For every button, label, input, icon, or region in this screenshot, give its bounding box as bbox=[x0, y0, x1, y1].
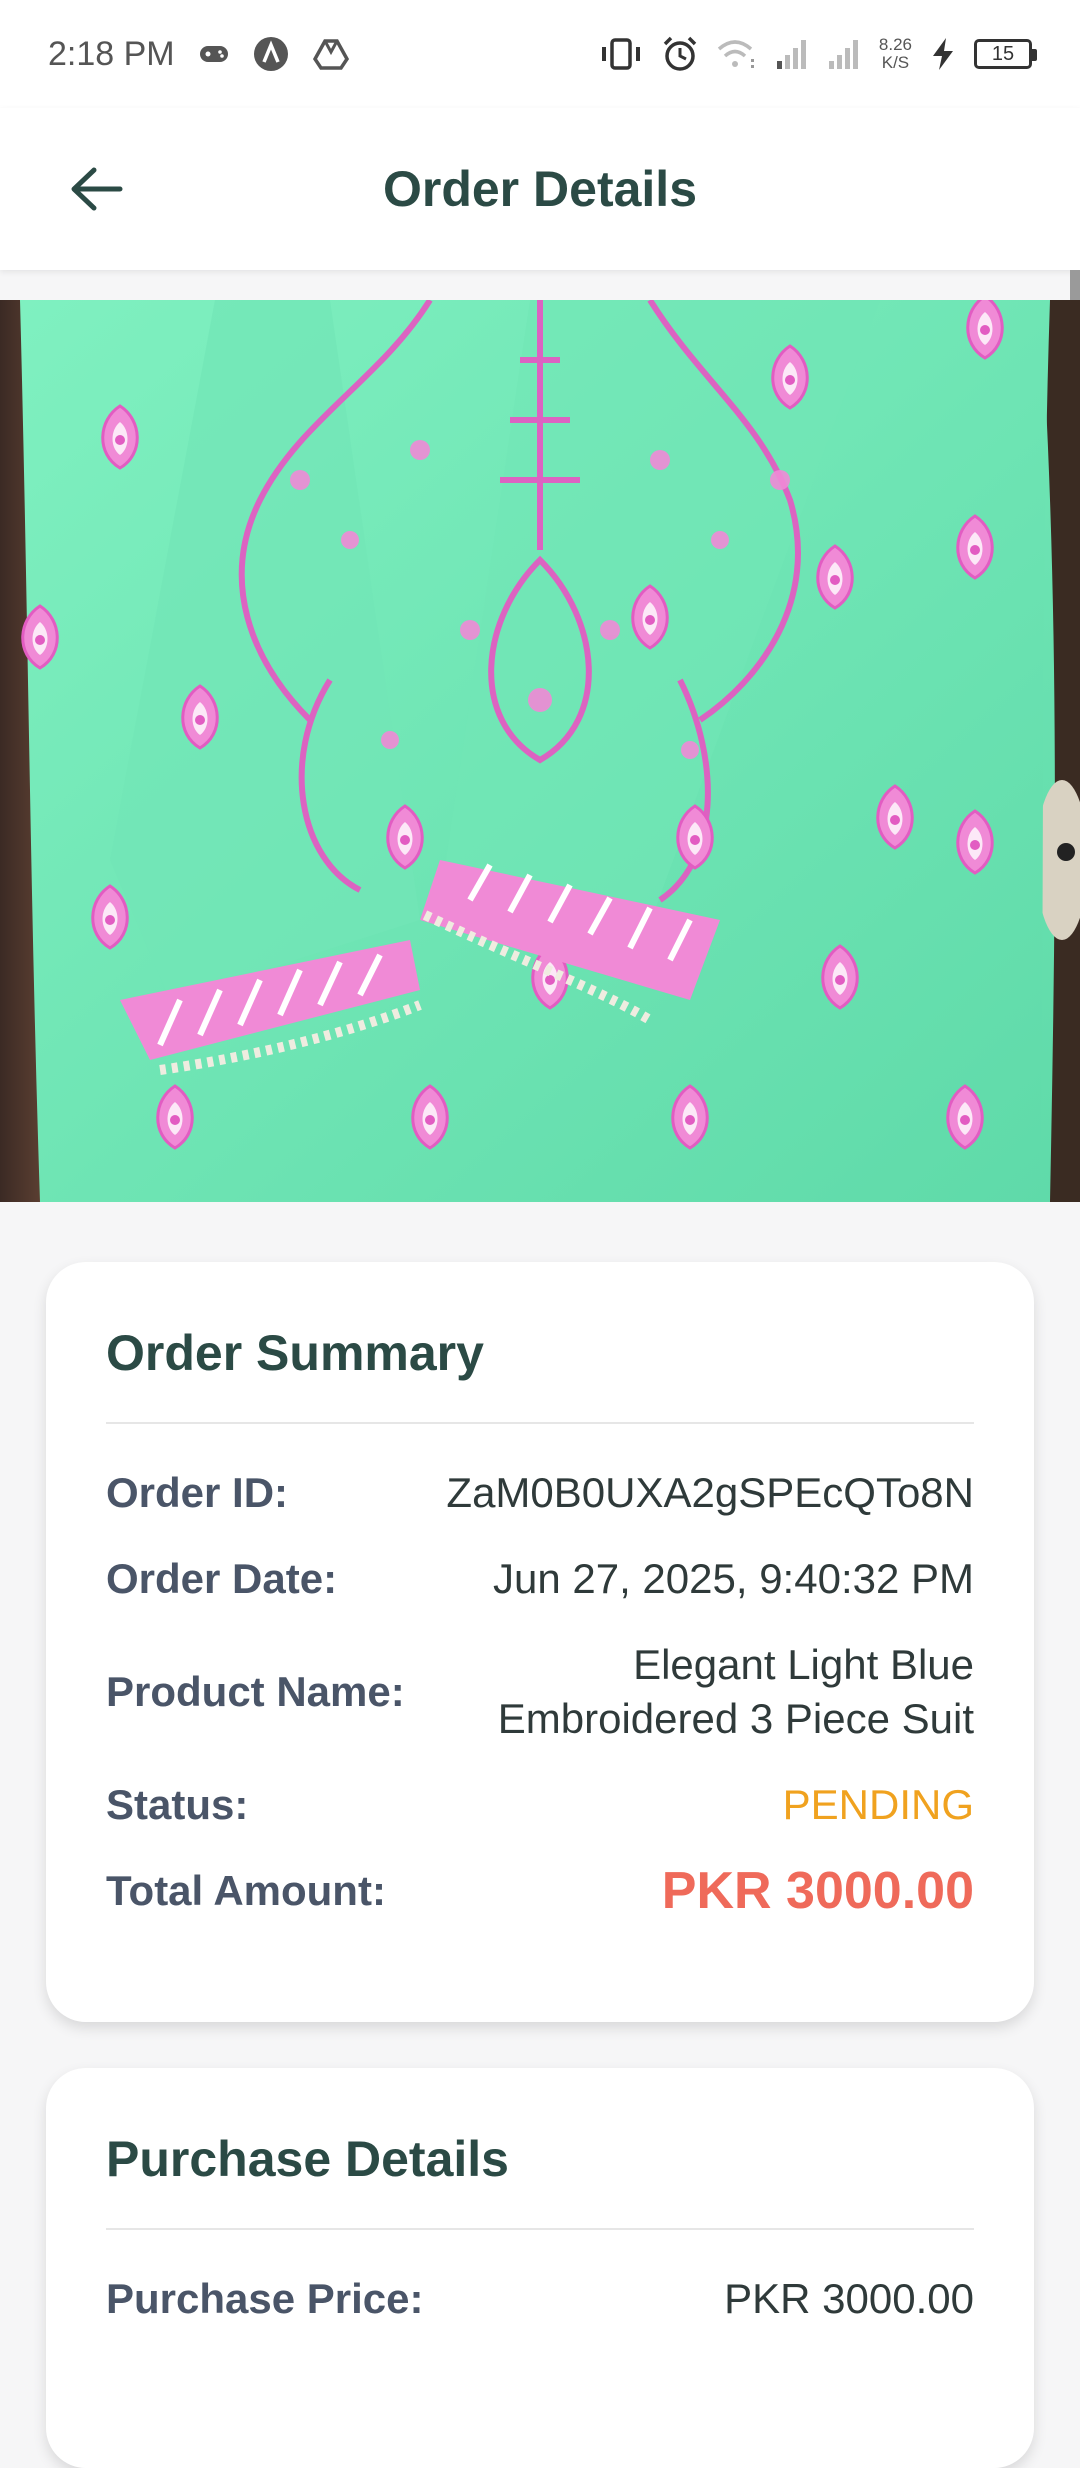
battery-level: 15 bbox=[991, 42, 1015, 65]
back-button[interactable] bbox=[60, 153, 132, 225]
vibrate-icon bbox=[599, 37, 643, 71]
status-left: 2:18 PM bbox=[48, 35, 349, 74]
total-amount-value: PKR 3000.00 bbox=[661, 1862, 974, 1920]
order-summary-card: Order Summary Order ID: ZaM0B0UXA2gSPEcQ… bbox=[46, 1262, 1034, 2022]
product-image bbox=[0, 300, 1080, 1202]
signal-icon-2 bbox=[827, 37, 861, 71]
scrollbar-thumb[interactable] bbox=[1070, 270, 1080, 300]
drive-icon bbox=[312, 38, 349, 70]
order-date-value: Jun 27, 2025, 9:40:32 PM bbox=[492, 1555, 974, 1602]
wifi-icon bbox=[717, 37, 757, 71]
purchase-details-title: Purchase Details bbox=[106, 2068, 974, 2230]
purchase-price-value: PKR 3000.00 bbox=[724, 2275, 974, 2322]
purchase-price-label: Purchase Price: bbox=[106, 2275, 424, 2322]
status-badge: PENDING bbox=[782, 1781, 974, 1828]
order-date-row: Order Date: Jun 27, 2025, 9:40:32 PM bbox=[106, 1552, 974, 1606]
status-bar: 2:18 PM 8.26 K/S 15 bbox=[0, 0, 1080, 108]
product-name-row: Product Name: Elegant Light Blue Embroid… bbox=[106, 1638, 974, 1746]
order-date-label: Order Date: bbox=[106, 1555, 338, 1602]
network-speed-unit: K/S bbox=[881, 53, 910, 72]
order-id-value: ZaM0B0UXA2gSPEcQTo8N bbox=[446, 1469, 974, 1516]
purchase-price-row: Purchase Price: PKR 3000.00 bbox=[106, 2272, 974, 2326]
status-row: Status: PENDING bbox=[106, 1778, 974, 1832]
purchase-details-rows: Purchase Price: PKR 3000.00 bbox=[106, 2272, 974, 2326]
network-speed-value: 8.26 bbox=[878, 35, 912, 54]
alarm-icon bbox=[661, 35, 699, 73]
order-id-row: Order ID: ZaM0B0UXA2gSPEcQTo8N bbox=[106, 1466, 974, 1520]
signal-icon-1 bbox=[775, 37, 809, 71]
order-id-label: Order ID: bbox=[106, 1469, 289, 1516]
gamepad-icon bbox=[199, 43, 229, 65]
order-summary-title: Order Summary bbox=[106, 1262, 974, 1424]
total-amount-row: Total Amount: PKR 3000.00 bbox=[106, 1864, 974, 1918]
network-speed: 8.26 K/S bbox=[879, 36, 912, 72]
total-amount-label: Total Amount: bbox=[106, 1867, 386, 1914]
charging-icon bbox=[930, 37, 956, 71]
product-name-label: Product Name: bbox=[106, 1668, 405, 1715]
app-a-icon bbox=[253, 36, 289, 72]
status-label: Status: bbox=[106, 1781, 249, 1828]
page-title: Order Details bbox=[382, 161, 697, 217]
status-time: 2:18 PM bbox=[48, 34, 175, 73]
arrow-left-icon bbox=[71, 167, 123, 211]
status-right: 8.26 K/S 15 bbox=[599, 35, 1037, 73]
order-summary-rows: Order ID: ZaM0B0UXA2gSPEcQTo8N Order Dat… bbox=[106, 1466, 974, 1918]
battery-icon: 15 bbox=[974, 39, 1037, 69]
product-name-value: Elegant Light Blue Embroidered 3 Piece S… bbox=[497, 1641, 974, 1742]
app-bar: Order Details bbox=[0, 108, 1080, 270]
purchase-details-card: Purchase Details Purchase Price: PKR 300… bbox=[46, 2068, 1034, 2468]
